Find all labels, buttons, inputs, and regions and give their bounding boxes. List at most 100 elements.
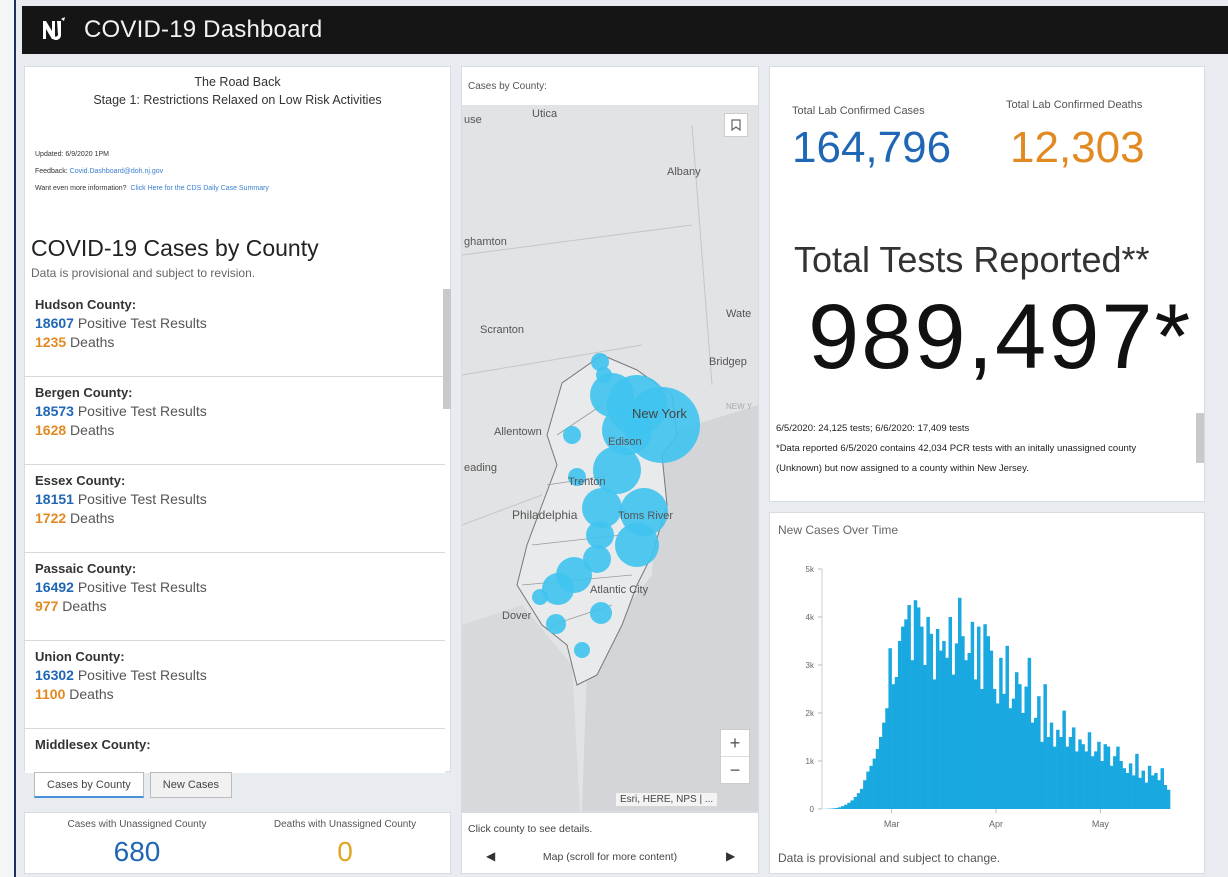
new-cases-bar: [866, 771, 870, 809]
unassigned-deaths-block: Deaths with Unassigned County 0: [245, 819, 445, 868]
new-cases-bar: [907, 605, 911, 809]
map-label-scranton: Scranton: [480, 324, 524, 336]
county-list[interactable]: Hudson County: 18607 Positive Test Result…: [25, 289, 445, 773]
y-tick-label: 5k: [806, 565, 815, 574]
new-cases-bar: [1030, 722, 1035, 809]
new-cases-bar: [1005, 645, 1009, 809]
y-tick-label: 2k: [806, 709, 815, 718]
map-label-bridgeport: Bridgep: [709, 356, 747, 368]
new-cases-bar: [1014, 672, 1019, 809]
tab-new-cases[interactable]: New Cases: [149, 772, 233, 798]
new-cases-bar: [920, 626, 924, 809]
new-cases-bar: [973, 679, 978, 809]
new-cases-bar: [977, 626, 981, 809]
county-name: Hudson County:: [35, 297, 137, 312]
map-canvas[interactable]: Utica use Albany ghamton Scranton Wate B…: [462, 105, 758, 811]
county-positive-line: 18151 Positive Test Results: [35, 491, 445, 507]
new-cases-bar: [1027, 657, 1032, 809]
feedback-email-link[interactable]: Covid.Dashboard@doh.nj.gov: [70, 168, 164, 175]
new-cases-chart[interactable]: 0 1k 2k 3k 4k 5k Mar Apr May: [770, 553, 1204, 853]
x-tick-label: Mar: [884, 819, 900, 829]
new-cases-bar: [1128, 763, 1133, 809]
cds-summary-link[interactable]: Click Here for the CDS Daily Case Summar…: [130, 185, 268, 192]
new-cases-bar: [980, 689, 984, 809]
county-list-item[interactable]: Hudson County: 18607 Positive Test Result…: [25, 289, 445, 377]
new-cases-bar: [872, 758, 877, 809]
new-cases-bar: [1059, 737, 1063, 809]
new-cases-bar: [935, 629, 940, 809]
bookmark-icon: [731, 119, 741, 131]
new-cases-bar: [996, 703, 1000, 809]
county-list-item[interactable]: Passaic County: 16492 Positive Test Resul…: [25, 553, 445, 641]
county-list-item[interactable]: Union County: 16302 Positive Test Results…: [25, 641, 445, 729]
new-cases-bar: [1106, 746, 1111, 809]
new-cases-bar: [1084, 751, 1089, 809]
y-tick-label: 1k: [806, 757, 815, 766]
new-cases-bar: [986, 636, 990, 809]
map-view[interactable]: Utica use Albany ghamton Scranton Wate B…: [462, 105, 758, 811]
bookmark-button[interactable]: [724, 113, 748, 137]
map-label-binghamton: ghamton: [464, 236, 507, 248]
new-cases-bar: [1090, 756, 1095, 809]
new-cases-bar: [853, 797, 858, 809]
x-tick-label: May: [1092, 819, 1110, 829]
new-cases-bar: [901, 626, 905, 809]
tab-cases-by-county[interactable]: Cases by County: [34, 772, 144, 798]
county-name: Essex County:: [35, 473, 126, 488]
new-cases-bar: [983, 624, 987, 809]
new-cases-bar: [847, 802, 851, 809]
new-cases-bar: [1062, 710, 1066, 809]
unassigned-deaths-value: 0: [337, 836, 353, 867]
new-cases-bar: [1087, 732, 1092, 809]
new-cases-bar: [910, 660, 915, 809]
new-cases-bar: [859, 788, 864, 809]
new-cases-bar: [840, 806, 845, 809]
zoom-in-button[interactable]: +: [721, 730, 749, 757]
new-cases-bar: [992, 689, 997, 809]
new-cases-chart-panel: New Cases Over Time 0 1k 2k 3k 4k 5k Mar Apr May…: [769, 512, 1205, 874]
county-deaths-line: 1722 Deaths: [35, 510, 445, 526]
county-deaths-label: Deaths: [66, 510, 115, 526]
new-cases-bar: [1052, 746, 1057, 809]
zoom-out-button[interactable]: −: [721, 757, 749, 783]
new-cases-bar: [1033, 717, 1038, 809]
new-cases-bar: [894, 677, 899, 809]
map-label-philadelphia: Philadelphia: [512, 508, 578, 522]
map-footer: Click county to see details. ◀ Map (scro…: [461, 812, 759, 874]
unassigned-panel: Cases with Unassigned County 680 Deaths …: [24, 812, 451, 874]
new-cases-bar: [970, 621, 975, 809]
y-tick-label: 0: [810, 805, 815, 814]
county-name: Bergen County:: [35, 385, 133, 400]
new-cases-bar: [1141, 770, 1145, 809]
tests-note-1: 6/5/2020: 24,125 tests; 6/6/2020: 17,409…: [776, 423, 970, 434]
county-positive-count: 18573: [35, 403, 74, 419]
more-info-label: Want even more information?: [35, 185, 127, 192]
road-back-title: The Road Back: [194, 75, 281, 89]
new-cases-bar: [1151, 775, 1155, 809]
new-cases-bar: [1071, 727, 1076, 809]
unassigned-cases-value: 680: [113, 836, 161, 867]
new-cases-bar: [1113, 756, 1117, 809]
total-tests-value: 989,497*: [808, 286, 1193, 388]
map-title: Cases by County:: [468, 81, 547, 92]
county-positive-label: Positive Test Results: [73, 315, 207, 331]
county-list-item[interactable]: Middlesex County:: [25, 729, 445, 773]
new-cases-bar: [948, 617, 953, 809]
map-next-arrow-icon[interactable]: ▶: [726, 849, 735, 863]
county-list-scrollbar[interactable]: [443, 289, 451, 409]
county-list-item[interactable]: Essex County: 18151 Positive Test Results…: [25, 465, 445, 553]
new-cases-bar: [1018, 684, 1022, 809]
total-deaths-value: 12,303: [1010, 123, 1145, 172]
totals-scrollbar[interactable]: [1196, 413, 1204, 463]
county-list-item[interactable]: Bergen County: 18573 Positive Test Result…: [25, 377, 445, 465]
county-positive-line: 16492 Positive Test Results: [35, 579, 445, 595]
new-cases-bar: [989, 650, 994, 809]
county-positive-label: Positive Test Results: [73, 579, 207, 595]
new-cases-bar: [1116, 746, 1120, 809]
county-positive-line: 18573 Positive Test Results: [35, 403, 445, 419]
county-name: Union County:: [35, 649, 125, 664]
new-cases-bar: [888, 648, 892, 809]
county-positive-line: 16302 Positive Test Results: [35, 667, 445, 683]
new-cases-bar: [1119, 761, 1123, 809]
map-attribution[interactable]: Esri, HERE, NPS | ...: [616, 793, 718, 806]
